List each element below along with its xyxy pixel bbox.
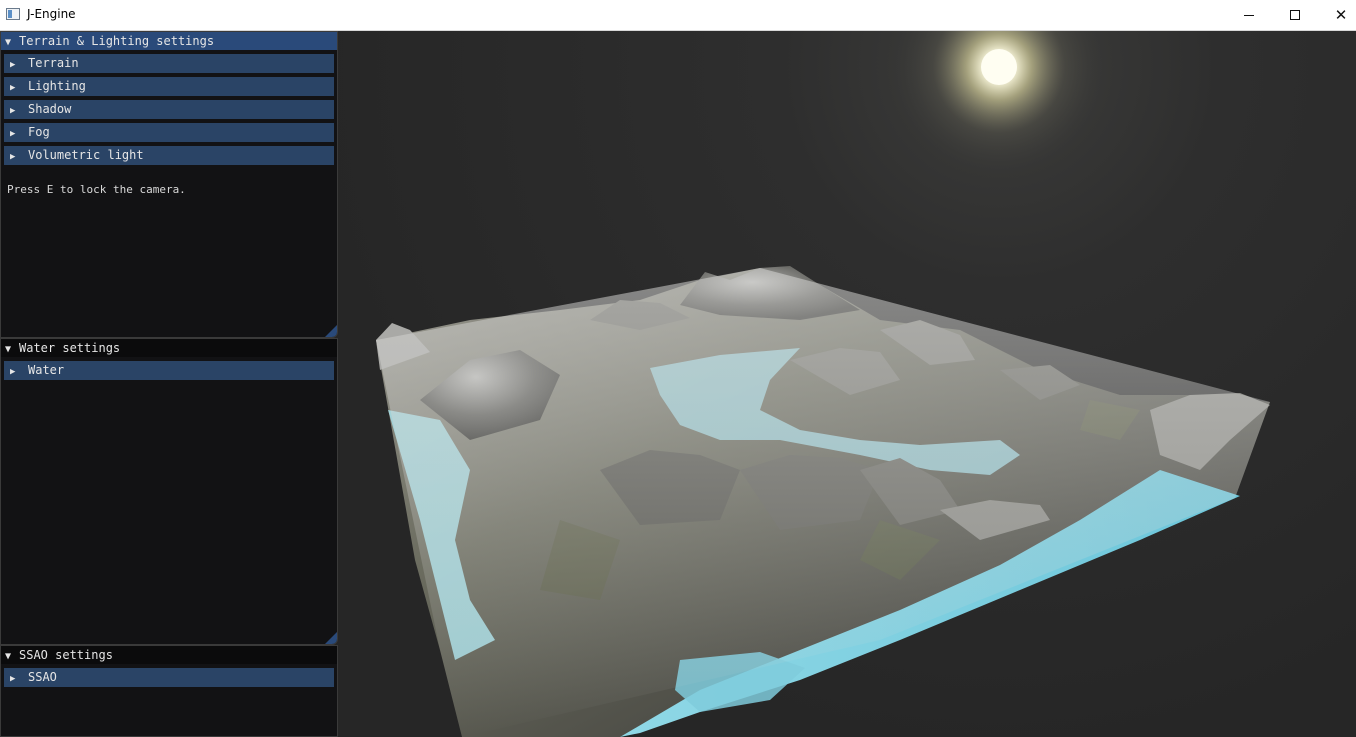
section-label: Lighting <box>28 79 86 93</box>
section-label: Fog <box>28 125 50 139</box>
water-panel-header[interactable]: ▼ Water settings <box>1 339 337 357</box>
window-title: J-Engine <box>27 7 76 21</box>
collapse-arrow-icon: ▼ <box>5 651 12 662</box>
section-shadow[interactable]: ▶ Shadow <box>4 100 334 119</box>
panel-title: Water settings <box>19 341 121 355</box>
expand-arrow-icon: ▶ <box>10 60 16 70</box>
resize-grip[interactable] <box>325 325 337 337</box>
section-volumetric-light[interactable]: ▶ Volumetric light <box>4 146 334 165</box>
section-label: Shadow <box>28 102 72 116</box>
close-button[interactable]: ✕ <box>1318 0 1356 30</box>
terrain-lighting-panel: ▼ Terrain & Lighting settings ▶ Terrain ▶ L… <box>0 31 338 338</box>
minimize-icon <box>1244 14 1254 16</box>
expand-arrow-icon: ▶ <box>10 83 16 93</box>
section-label: SSAO <box>28 670 57 684</box>
ssao-panel-header[interactable]: ▼ SSAO settings <box>1 646 337 664</box>
expand-arrow-icon: ▶ <box>10 152 16 162</box>
section-water[interactable]: ▶ Water <box>4 361 334 380</box>
app-icon <box>6 8 20 20</box>
collapse-arrow-icon: ▼ <box>5 344 12 355</box>
maximize-button[interactable] <box>1272 0 1318 30</box>
terrain-lighting-panel-header[interactable]: ▼ Terrain & Lighting settings <box>1 32 337 50</box>
expand-arrow-icon: ▶ <box>10 367 16 377</box>
ssao-panel: ▼ SSAO settings ▶ SSAO <box>0 645 338 737</box>
sun <box>981 49 1017 85</box>
section-label: Terrain <box>28 56 79 70</box>
minimize-button[interactable] <box>1226 0 1272 30</box>
title-bar: J-Engine ✕ <box>0 0 1356 31</box>
section-label: Volumetric light <box>28 148 144 162</box>
camera-lock-hint: Press E to lock the camera. <box>7 183 186 196</box>
section-lighting[interactable]: ▶ Lighting <box>4 77 334 96</box>
panel-title: SSAO settings <box>19 648 113 662</box>
resize-grip[interactable] <box>325 632 337 644</box>
close-icon: ✕ <box>1334 6 1348 24</box>
water-panel: ▼ Water settings ▶ Water <box>0 338 338 645</box>
expand-arrow-icon: ▶ <box>10 129 16 139</box>
expand-arrow-icon: ▶ <box>10 106 16 116</box>
expand-arrow-icon: ▶ <box>10 674 16 684</box>
section-terrain[interactable]: ▶ Terrain <box>4 54 334 73</box>
section-fog[interactable]: ▶ Fog <box>4 123 334 142</box>
section-ssao[interactable]: ▶ SSAO <box>4 668 334 687</box>
maximize-icon <box>1290 10 1300 20</box>
collapse-arrow-icon: ▼ <box>5 37 12 48</box>
section-label: Water <box>28 363 65 377</box>
panel-title: Terrain & Lighting settings <box>19 34 215 48</box>
